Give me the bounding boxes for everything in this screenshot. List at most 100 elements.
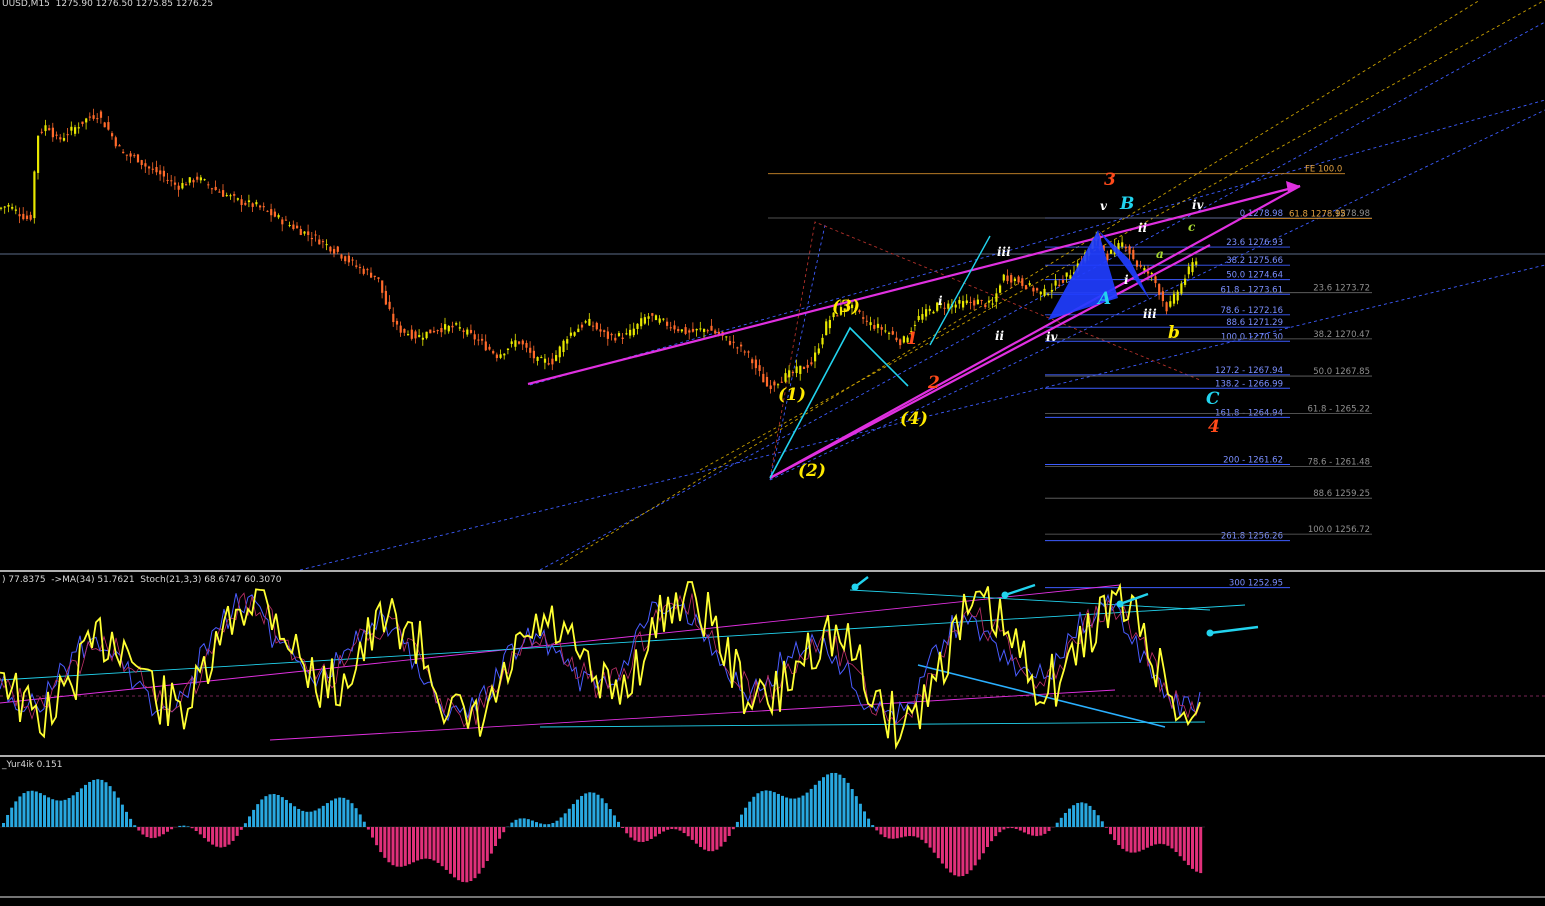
histogram-bar-negative bbox=[461, 827, 464, 882]
histogram-bar-positive bbox=[285, 800, 288, 827]
arrow-marker bbox=[852, 584, 859, 591]
candle-body bbox=[692, 329, 694, 332]
candle-body bbox=[770, 385, 772, 389]
histogram-bar-negative bbox=[465, 827, 468, 882]
candle-body bbox=[622, 338, 624, 339]
histogram-bar-negative bbox=[920, 827, 923, 840]
candle-body bbox=[444, 324, 446, 329]
histogram-bar-positive bbox=[277, 795, 280, 827]
candle-body bbox=[955, 305, 957, 308]
candle-body bbox=[52, 128, 54, 138]
candle-body bbox=[1110, 250, 1112, 254]
candle-body bbox=[141, 160, 143, 165]
histogram-bar-positive bbox=[613, 815, 616, 827]
candle-body bbox=[1195, 261, 1197, 264]
candle-body bbox=[881, 327, 883, 330]
histogram-bar-negative bbox=[953, 827, 956, 875]
histogram-bar-positive bbox=[273, 794, 276, 827]
histogram-bar-positive bbox=[23, 793, 26, 827]
candle-body bbox=[714, 331, 716, 334]
histogram-bar-positive bbox=[838, 775, 841, 827]
histogram-bar-positive bbox=[55, 800, 58, 827]
dashed-trendline bbox=[770, 110, 1545, 480]
candle-body bbox=[666, 322, 668, 326]
candle-body bbox=[962, 301, 964, 307]
histogram-bar-negative bbox=[445, 827, 448, 870]
candle-body bbox=[611, 334, 613, 335]
histogram-bar-positive bbox=[27, 791, 30, 827]
histogram-bar-negative bbox=[625, 827, 628, 833]
candle-body bbox=[659, 318, 661, 322]
wave-label: i bbox=[1124, 273, 1129, 287]
histogram-bar-positive bbox=[539, 823, 542, 827]
histogram-bar-negative bbox=[449, 827, 452, 874]
histogram-bar-negative bbox=[896, 827, 899, 838]
histogram-bar-negative bbox=[375, 827, 378, 845]
histogram-bar-negative bbox=[703, 827, 706, 850]
histogram-bar-negative bbox=[986, 827, 989, 847]
fib-level-label: 38.2 1275.66 bbox=[1226, 256, 1283, 266]
histogram-bar-negative bbox=[875, 827, 878, 830]
candle-body bbox=[755, 360, 757, 369]
histogram-bar-positive bbox=[572, 804, 575, 827]
candle-body bbox=[352, 260, 354, 261]
candle-body bbox=[814, 353, 816, 362]
candle-body bbox=[403, 329, 405, 333]
histogram-bar-negative bbox=[1195, 827, 1198, 872]
histogram-bar-negative bbox=[1179, 827, 1182, 856]
osc-trendline bbox=[270, 690, 1115, 740]
candle-body bbox=[11, 207, 13, 209]
histogram-bar-positive bbox=[1060, 818, 1063, 827]
histogram-bar-positive bbox=[867, 819, 870, 827]
candle-body bbox=[1151, 273, 1153, 274]
candle-body bbox=[636, 324, 638, 329]
fib-level-label: 261.8 1256.26 bbox=[1221, 532, 1283, 542]
histogram-bar-positive bbox=[121, 805, 124, 827]
histogram-bar-positive bbox=[318, 808, 321, 827]
histogram-bar-positive bbox=[527, 819, 530, 827]
candle-body bbox=[821, 338, 823, 345]
wave-label: i bbox=[938, 294, 943, 308]
candle-body bbox=[1058, 285, 1060, 286]
candle-body bbox=[618, 333, 620, 336]
histogram-bar-negative bbox=[154, 827, 157, 838]
histogram-bar-negative bbox=[371, 827, 374, 838]
candle-body bbox=[374, 276, 376, 277]
trading-chart: 0 1278.9823.6 1276.9338.2 1275.6650.0 12… bbox=[0, 0, 1545, 902]
histogram-bar-positive bbox=[789, 798, 792, 827]
wave-label: v bbox=[1100, 199, 1108, 213]
histogram-bar-negative bbox=[199, 827, 202, 834]
dashed-trendline bbox=[700, 0, 1545, 470]
histogram-bar-negative bbox=[170, 827, 173, 829]
candle-body bbox=[548, 363, 550, 364]
candle-body bbox=[274, 212, 276, 217]
histogram-bar-positive bbox=[765, 790, 768, 827]
candle-body bbox=[1173, 294, 1175, 304]
candle-body bbox=[311, 238, 313, 239]
candle-body bbox=[807, 365, 809, 368]
histogram-bar-negative bbox=[695, 827, 698, 844]
candle-body bbox=[85, 118, 87, 122]
candle-body bbox=[603, 330, 605, 332]
histogram-bar-negative bbox=[916, 827, 919, 837]
candle-body bbox=[329, 247, 331, 252]
histogram-bar-positive bbox=[551, 823, 554, 827]
wave-label: (2) bbox=[798, 461, 826, 481]
candle-body bbox=[292, 225, 294, 229]
candle-body bbox=[107, 122, 109, 130]
histogram-bar-negative bbox=[1007, 827, 1010, 828]
candle-body bbox=[925, 309, 927, 316]
candle-body bbox=[1062, 280, 1064, 283]
candle-body bbox=[559, 347, 561, 358]
candle-body bbox=[625, 333, 627, 334]
histogram-bar-positive bbox=[1056, 823, 1059, 827]
histogram-bar-negative bbox=[994, 827, 997, 836]
candle-body bbox=[740, 345, 742, 347]
price-candles bbox=[0, 109, 1197, 394]
candle-body bbox=[370, 273, 372, 278]
histogram-bar-negative bbox=[912, 827, 915, 836]
candle-body bbox=[533, 351, 535, 358]
histogram-bar-negative bbox=[715, 827, 718, 850]
candle-body bbox=[300, 229, 302, 235]
candle-body bbox=[126, 155, 128, 156]
